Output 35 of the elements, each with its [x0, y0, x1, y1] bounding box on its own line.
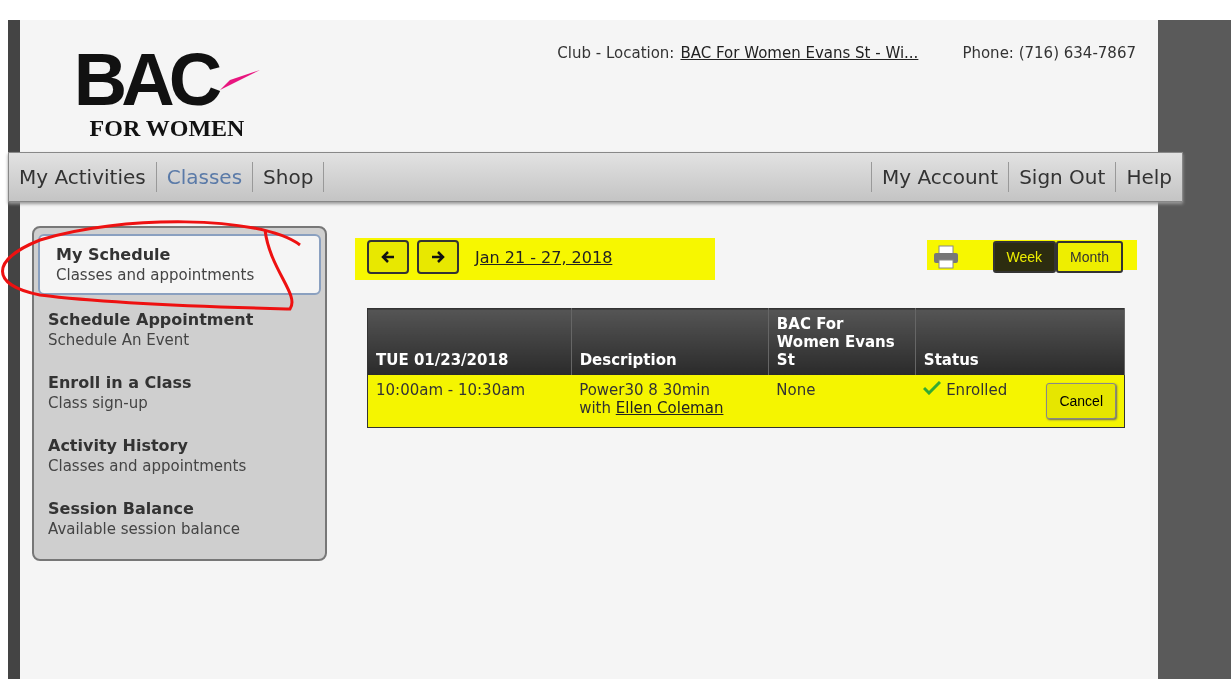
right-arrow-icon: [431, 251, 445, 263]
logo-subtitle: FOR WOMEN: [89, 116, 245, 140]
view-toggle[interactable]: Week: [992, 241, 1057, 273]
cancel-button[interactable]: Cancel: [1046, 383, 1116, 419]
column-header: Description: [571, 308, 769, 375]
previous-button[interactable]: [367, 240, 409, 274]
checkmark-icon: [923, 381, 942, 395]
sidebar-item[interactable]: Schedule Appointment Schedule An Event: [38, 301, 321, 358]
nav-tab[interactable]: Sign Out: [1008, 162, 1116, 192]
printer-icon[interactable]: [932, 245, 959, 269]
date-range-link[interactable]: Jan 21 - 27, 2018: [475, 247, 613, 267]
description-text: Power30 8 30min: [579, 381, 711, 399]
status-text: Enrolled: [946, 381, 1008, 399]
sidebar-item[interactable]: Session Balance Available session balance: [38, 490, 321, 547]
phone-text: Phone: (716) 634-7867: [962, 44, 1136, 64]
location-label: Club - Location:: [557, 44, 675, 64]
nav-tab[interactable]: Shop: [253, 162, 325, 192]
column-header: Status: [915, 308, 1125, 375]
nav-tab[interactable]: Help: [1115, 162, 1182, 192]
left-arrow-icon: [381, 251, 395, 263]
view-toggle[interactable]: Month: [1056, 241, 1123, 273]
logo-title: BAC: [73, 44, 218, 116]
location-cell: None: [768, 375, 916, 428]
time-cell: 10:00am - 10:30am: [367, 375, 572, 428]
with-text: with: [579, 399, 611, 417]
column-header: BAC For Women Evans St: [768, 308, 916, 375]
nav-tab[interactable]: My Activities: [9, 162, 157, 192]
column-header: TUE 01/23/2018: [367, 308, 572, 375]
sidebar-item[interactable]: Enroll in a Class Class sign-up: [38, 364, 321, 421]
next-button[interactable]: [417, 240, 459, 274]
nav-tab[interactable]: My Account: [870, 162, 1009, 192]
sidebar-item[interactable]: My Schedule Classes and appointments: [38, 234, 321, 295]
instructor-link[interactable]: Ellen Coleman: [615, 399, 724, 417]
sidebar-item[interactable]: Activity History Classes and appointments: [38, 427, 321, 484]
location-link[interactable]: BAC For Women Evans St - Wi...: [680, 44, 919, 152]
